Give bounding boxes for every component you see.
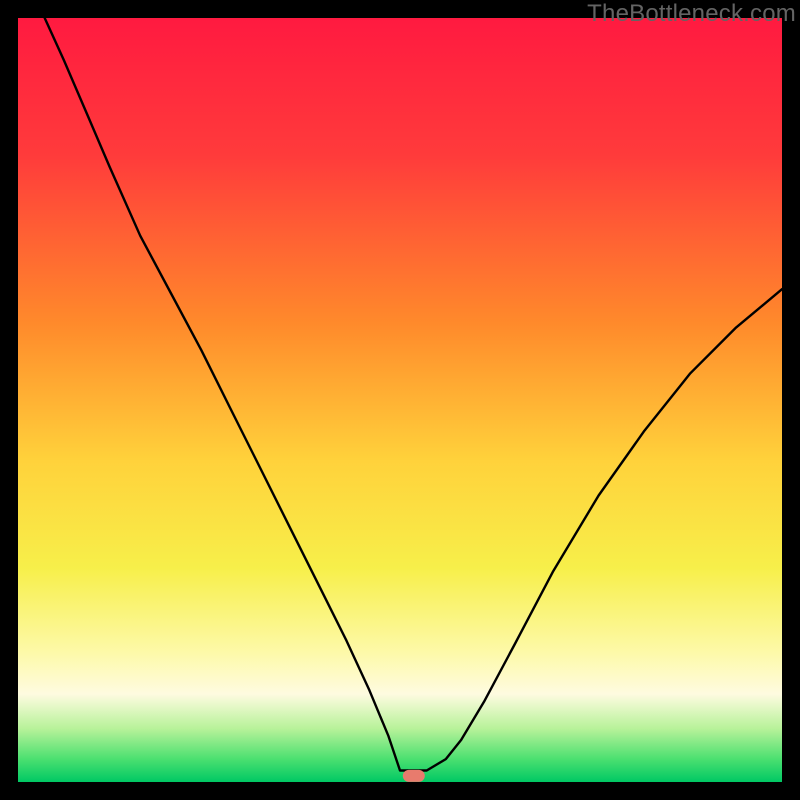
plot-area	[18, 18, 782, 782]
chart-svg	[18, 18, 782, 782]
min-marker	[403, 770, 425, 782]
chart-frame: TheBottleneck.com	[0, 0, 800, 800]
gradient-background	[18, 18, 782, 782]
watermark-text: TheBottleneck.com	[587, 0, 796, 28]
